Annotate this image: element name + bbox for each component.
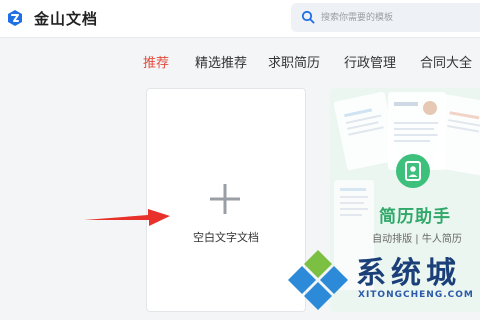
watermark-domain: XITONGCHENG.COM [358,290,474,300]
plus-icon [210,184,240,214]
tab-recommended[interactable]: 推荐 [143,52,169,71]
kingsoft-docs-logo-icon[interactable] [6,9,24,27]
resume-icon [396,154,430,188]
top-bar: 金山文档 [0,0,480,38]
category-tabs: 推荐 精选推荐 求职简历 行政管理 合同大全 [0,52,480,76]
template-search-box[interactable] [291,3,480,32]
search-icon[interactable] [301,10,315,24]
tab-featured[interactable]: 精选推荐 [195,52,247,71]
site-watermark: 系统城 XITONGCHENG.COM [288,246,480,320]
watermark-logo-icon [288,250,348,310]
search-input[interactable] [321,8,471,27]
new-blank-document-card[interactable]: 空白文字文档 [146,88,306,312]
tab-contracts[interactable]: 合同大全 [420,52,472,71]
resume-assistant-title: 简历助手 [379,207,451,227]
watermark-text: 系统城 [356,256,461,291]
resume-assistant-subtitle: 自动排版 | 牛人简历 [372,234,462,245]
blank-document-label: 空白文字文档 [193,231,259,244]
red-arrow-annotation [84,209,170,226]
tab-admin[interactable]: 行政管理 [344,52,396,71]
app-title: 金山文档 [34,10,99,28]
tab-resume[interactable]: 求职简历 [268,52,320,71]
